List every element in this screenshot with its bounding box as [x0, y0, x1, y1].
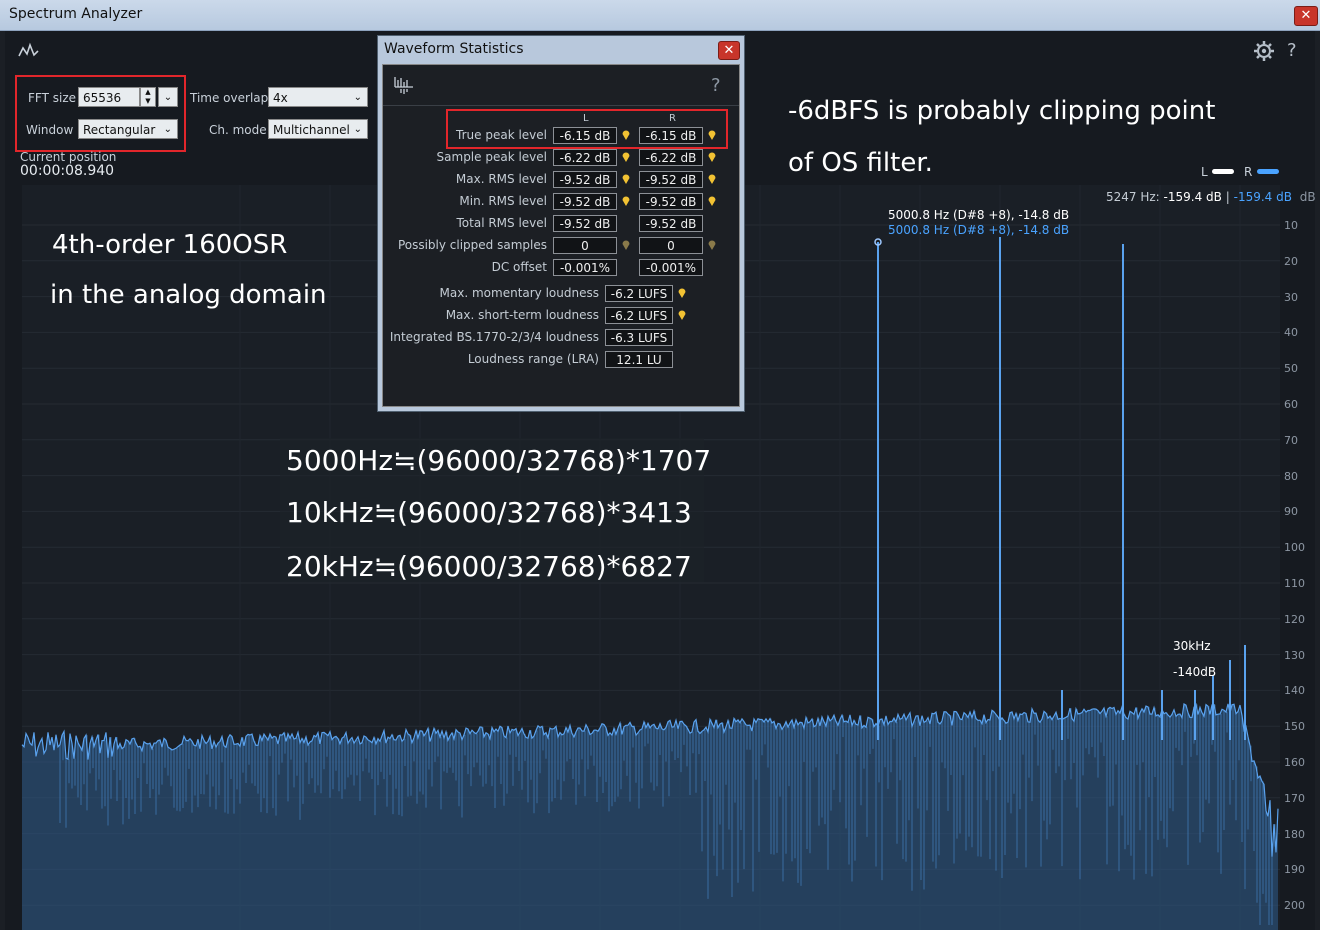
- y-tick-label: 80: [1284, 469, 1298, 483]
- loudness-label: Integrated BS.1770-2/3/4 loudness: [389, 330, 599, 344]
- loudness-label: Loudness range (LRA): [467, 352, 599, 366]
- locate-pin-icon[interactable]: [678, 310, 686, 321]
- stat-value-right[interactable]: -6.22 dB: [639, 149, 703, 166]
- cursor-readout: 5247 Hz: -159.4 dB | -159.4 dB dB: [1106, 190, 1316, 204]
- y-tick-label: 60: [1284, 398, 1298, 411]
- formula-20khz: 20kHz≒(96000/32768)*6827: [286, 550, 692, 583]
- annotation-analog-domain: in the analog domain: [50, 280, 327, 310]
- stat-value-left[interactable]: -6.22 dB: [553, 149, 617, 166]
- annotation-30khz: 30kHz: [1173, 639, 1211, 653]
- locate-pin-icon[interactable]: [708, 174, 716, 185]
- y-tick-label: 10: [1284, 219, 1298, 232]
- y-axis-unit: dB: [1299, 190, 1316, 204]
- dialog-close-button[interactable]: ✕: [718, 41, 740, 60]
- locate-pin-icon[interactable]: [622, 174, 630, 185]
- locate-pin-icon[interactable]: [622, 240, 630, 251]
- y-tick-label: 40: [1284, 326, 1298, 340]
- stat-value-left[interactable]: -6.15 dB: [553, 127, 617, 144]
- stat-label: Total RMS level: [456, 216, 548, 230]
- y-tick-label: 140: [1284, 684, 1305, 698]
- annotation-clipping-1: -6dBFS is probably clipping point: [788, 96, 1216, 126]
- stat-value-left[interactable]: 0: [553, 237, 617, 254]
- loudness-value[interactable]: -6.2 LUFS: [605, 285, 673, 302]
- y-tick-label: 160: [1284, 756, 1305, 769]
- dialog-title: Waveform Statistics: [384, 41, 524, 57]
- annotation-clipping-2: of OS filter.: [788, 148, 933, 178]
- y-tick-label: 110: [1284, 577, 1305, 590]
- stat-value-right[interactable]: -9.52 dB: [639, 215, 703, 232]
- y-tick-label: 170: [1284, 791, 1305, 805]
- locate-pin-icon[interactable]: [622, 152, 630, 163]
- stat-value-left[interactable]: -9.52 dB: [553, 215, 617, 232]
- stat-value-right[interactable]: -6.15 dB: [639, 127, 703, 144]
- dialog-divider: [383, 105, 739, 106]
- column-l-header: L: [583, 113, 589, 124]
- stat-value-right[interactable]: 0: [639, 237, 703, 254]
- waveform-statistics-icon: [394, 77, 413, 94]
- peak-label-right: 5000.8 Hz (D#8 +8), -14.8 dB: [888, 223, 1070, 237]
- stat-label: Max. RMS level: [455, 172, 547, 186]
- loudness-label: Max. short-term loudness: [445, 308, 599, 322]
- readout-right-db: -159.4 dB: [1233, 190, 1292, 204]
- y-tick-label: 130: [1284, 648, 1305, 662]
- locate-pin-icon[interactable]: [622, 196, 630, 207]
- y-tick-label: 20: [1284, 254, 1298, 268]
- loudness-value[interactable]: -6.2 LUFS: [605, 307, 673, 324]
- y-tick-label: 200: [1284, 899, 1305, 913]
- y-tick-label: 90: [1284, 505, 1298, 519]
- stat-label: Possibly clipped samples: [397, 238, 547, 252]
- stat-value-right[interactable]: -9.52 dB: [639, 171, 703, 188]
- readout-frequency: 5247 Hz:: [1106, 190, 1160, 204]
- stat-value-right[interactable]: -0.001%: [639, 259, 703, 276]
- y-tick-label: 150: [1284, 720, 1305, 734]
- column-r-header: R: [669, 113, 676, 124]
- y-tick-label: 190: [1284, 863, 1305, 877]
- annotation-140db: -140dB: [1173, 665, 1217, 679]
- y-tick-label: 50: [1284, 362, 1298, 376]
- loudness-label: Max. momentary loudness: [439, 286, 599, 300]
- stat-value-right[interactable]: -9.52 dB: [639, 193, 703, 210]
- y-tick-label: 100: [1284, 541, 1305, 555]
- stat-value-left[interactable]: -0.001%: [553, 259, 617, 276]
- peak-label-left: 5000.8 Hz (D#8 +8), -14.8 dB: [888, 208, 1070, 222]
- y-tick-label: 70: [1284, 433, 1298, 447]
- locate-pin-icon[interactable]: [678, 288, 686, 299]
- locate-pin-icon[interactable]: [708, 130, 716, 141]
- dialog-content: ? L R True peak level -6.15 dB -6.15 dB Sam…: [382, 64, 740, 407]
- readout-separator: |: [1225, 190, 1230, 204]
- stat-label: True peak level: [456, 128, 547, 142]
- stat-label: Min. RMS level: [459, 194, 547, 208]
- y-tick-label: 180: [1284, 827, 1305, 841]
- spectrum-trace: [21, 702, 1279, 930]
- readout-left-db: -159.4 dB: [1163, 190, 1222, 204]
- formula-10khz: 10kHz≒(96000/32768)*3413: [286, 496, 692, 529]
- formula-5khz: 5000Hz≒(96000/32768)*1707: [286, 444, 712, 477]
- dialog-help-icon[interactable]: ?: [711, 75, 721, 96]
- waveform-statistics-dialog[interactable]: Waveform Statistics ✕ ? L R True peak le…: [377, 35, 745, 412]
- annotation-osr: 4th-order 160OSR: [52, 230, 288, 260]
- stat-value-left[interactable]: -9.52 dB: [553, 193, 617, 210]
- locate-pin-icon[interactable]: [708, 152, 716, 163]
- stat-label: Sample peak level: [436, 150, 547, 164]
- locate-pin-icon[interactable]: [708, 240, 716, 251]
- y-tick-label: 30: [1284, 290, 1298, 304]
- stat-label: DC offset: [491, 260, 547, 274]
- locate-pin-icon[interactable]: [708, 196, 716, 207]
- y-tick-label: 120: [1284, 612, 1305, 626]
- loudness-value[interactable]: 12.1 LU: [605, 351, 673, 368]
- loudness-value[interactable]: -6.3 LUFS: [605, 329, 673, 346]
- locate-pin-icon[interactable]: [622, 130, 630, 141]
- stat-value-left[interactable]: -9.52 dB: [553, 171, 617, 188]
